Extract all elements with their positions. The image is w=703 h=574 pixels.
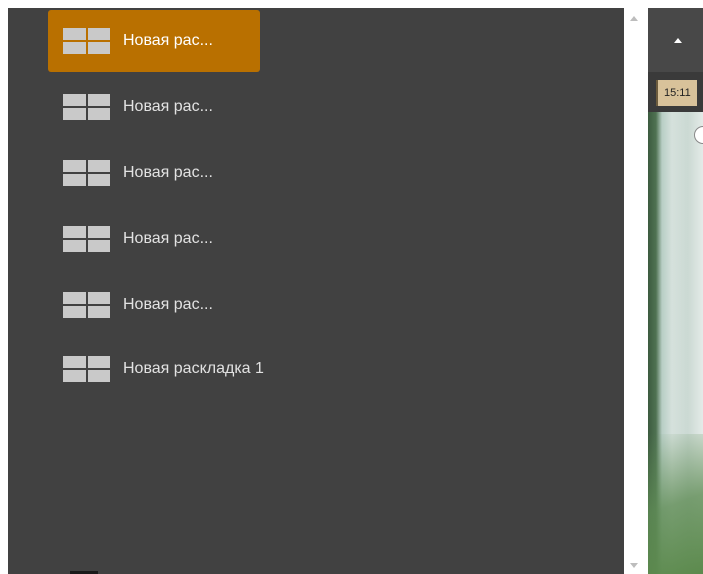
grid-layout-icon xyxy=(63,160,110,186)
layout-list-scrollbar[interactable] xyxy=(624,8,648,574)
layout-item[interactable]: Новая раскладка 1 xyxy=(48,338,264,400)
layout-item[interactable]: Новая рас... xyxy=(48,274,213,336)
layout-dropdown-panel: Новая рас... Новая рас... Новая рас... Н… xyxy=(8,8,624,574)
grid-layout-icon xyxy=(63,226,110,252)
video-handle[interactable] xyxy=(694,126,703,144)
layout-item-label: Новая рас... xyxy=(123,230,213,247)
triangle-up-icon[interactable] xyxy=(630,16,638,21)
grid-layout-icon xyxy=(63,356,110,382)
video-foliage xyxy=(648,434,703,574)
grid-layout-icon xyxy=(63,94,110,120)
triangle-down-icon[interactable] xyxy=(630,563,638,568)
layout-item[interactable]: Новая рас... xyxy=(48,142,213,204)
video-frame xyxy=(648,112,703,574)
layout-item-label: Новая рас... xyxy=(123,296,213,313)
layout-item[interactable]: Новая рас... xyxy=(48,10,260,72)
layout-item-label: Новая рас... xyxy=(123,32,213,49)
layout-item-label: Новая рас... xyxy=(123,98,213,115)
layout-item[interactable]: Новая рас... xyxy=(48,208,213,270)
layout-item[interactable]: Новая рас... xyxy=(48,76,213,138)
layout-item-label: Новая рас... xyxy=(123,164,213,181)
grid-layout-icon xyxy=(63,292,110,318)
background-video-app: 15:11 xyxy=(648,8,703,574)
grid-layout-icon xyxy=(63,28,110,54)
app-root: Новая рас... Новая рас... Новая рас... Н… xyxy=(0,0,703,574)
triangle-up-icon[interactable] xyxy=(674,38,682,43)
layout-item-label: Новая раскладка 1 xyxy=(123,360,264,377)
time-label: 15:11 xyxy=(656,80,697,106)
background-toolbar xyxy=(648,8,703,72)
background-timeline: 15:11 xyxy=(648,72,703,112)
